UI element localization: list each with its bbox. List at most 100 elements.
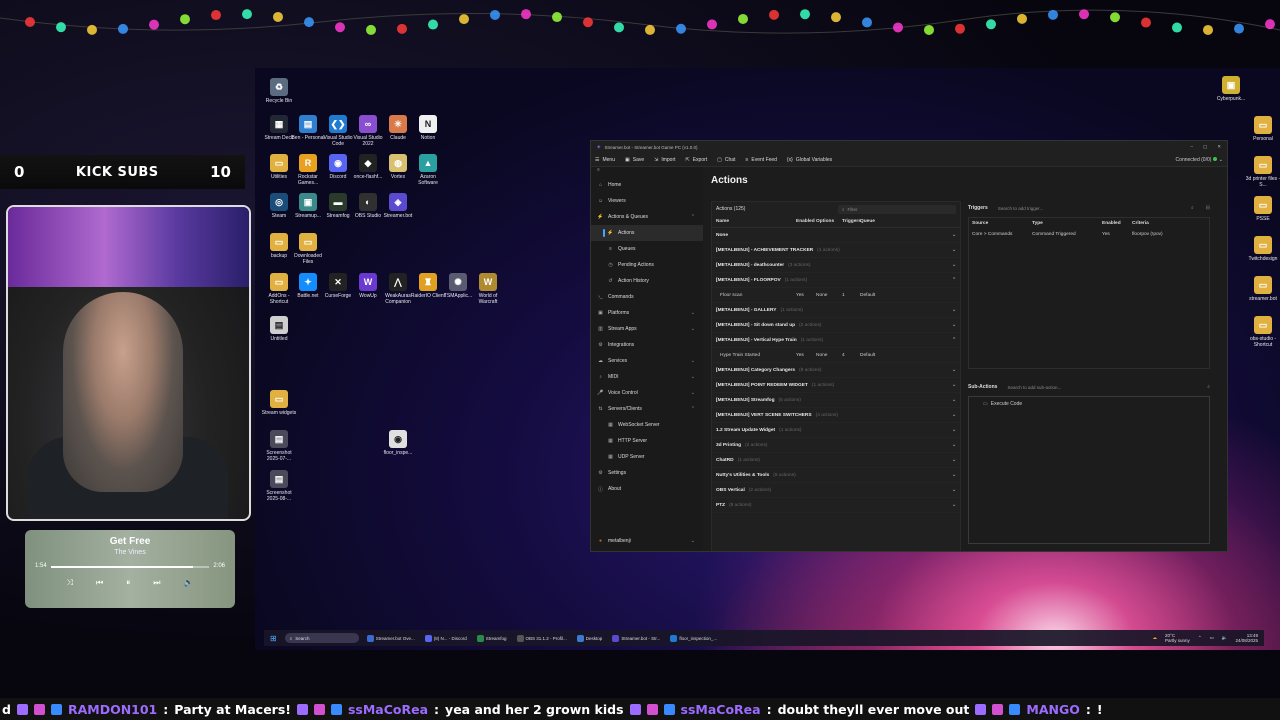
col-triggers[interactable]: Triggers — [842, 219, 861, 224]
desktop-icon-stream-widgets[interactable]: ▭ Stream widgets — [261, 390, 297, 416]
sidebar-item-actions[interactable]: ⚡ Actions — [591, 225, 703, 241]
sidebar-item-stream-apps[interactable]: ▥ Stream Apps ⌄ — [591, 321, 703, 337]
desktop-icon-aseprite[interactable]: ▲ Azaron Software — [410, 154, 446, 186]
taskbar-app-label: floor_inspection_... — [679, 635, 718, 641]
sidebar-item-queues[interactable]: ≡ Queues — [591, 241, 703, 257]
sidebar-toggle-icon[interactable]: ≡ — [591, 167, 703, 177]
col-options[interactable]: Options — [816, 219, 842, 224]
action-row[interactable]: Hype Train Started Yes None 4 Default — [712, 348, 960, 363]
taskbar-app[interactable]: Desktop — [576, 634, 602, 642]
trigger-row[interactable]: Core > Commands Command Triggered Yes fl… — [969, 229, 1209, 240]
action-group-row[interactable]: ChatRD (1 actions) ⌄ — [712, 453, 960, 468]
export-button[interactable]: ⇱ Export — [686, 157, 708, 163]
chat-badge-icon — [313, 703, 325, 715]
desktop-icon-untitled[interactable]: ▤ Untitled — [261, 316, 297, 342]
shuffle-icon: ⤨ — [66, 578, 73, 587]
desktop-icon-cyberpunk[interactable]: ▣ Cyberpunk... — [1213, 76, 1249, 102]
sidebar-item-services[interactable]: ☁ Services ⌄ — [591, 353, 703, 369]
action-group-row[interactable]: PTZ (8 actions) ⌄ — [712, 498, 960, 513]
desktop-icon-recycle-bin[interactable]: ♻ Recycle Bin — [261, 78, 297, 104]
sidebar-item-action-history[interactable]: ↺ Action History — [591, 273, 703, 289]
sidebar-item-websocket-server[interactable]: ▦ WebSocket Server — [591, 417, 703, 433]
event-feed-button[interactable]: ≡ Event Feed — [745, 157, 777, 163]
action-group-row[interactable]: [METALBENJI] - ACHIEVEMENT TRACKER (1 act… — [712, 243, 960, 258]
desktop-icon-world-of-warcraft[interactable]: W World of Warcraft — [470, 273, 506, 305]
group-count: (2 actions) — [748, 487, 772, 493]
filter-input[interactable]: ⌕ Filter — [838, 204, 956, 214]
network-icon[interactable]: ▭ — [1210, 635, 1214, 641]
global-variables-button[interactable]: {x} Global Variables — [787, 157, 832, 163]
sidebar-item-midi[interactable]: ♪ MIDI ⌄ — [591, 369, 703, 385]
sidebar-item-voice-control[interactable]: 🎤 Voice Control ⌄ — [591, 385, 703, 401]
sidebar-item-about[interactable]: ⓘ About — [591, 481, 703, 497]
action-group-row[interactable]: [METALBENJI] - FLOORPOV (1 actions) ⌃ — [712, 273, 960, 288]
action-group-row[interactable]: [METALBENJI] - GALLERY (1 actions) ⌄ — [712, 303, 960, 318]
desktop-icon-screenshot-2[interactable]: ▤ Screenshot 2025-08-... — [261, 470, 297, 502]
action-group-row[interactable]: [METALBENJI] Streamfog (5 actions) ⌄ — [712, 393, 960, 408]
sidebar-item-udp-server[interactable]: ▦ UDP Server — [591, 449, 703, 465]
desktop-icon-3d-printer-files[interactable]: ▭ 3d printer files - S... — [1245, 156, 1280, 188]
sidebar-item-pending-actions[interactable]: ◷ Pending Actions — [591, 257, 703, 273]
taskbar-app[interactable]: Streamer.bot - Str... — [612, 634, 660, 642]
save-button[interactable]: ▣ Save — [625, 157, 644, 163]
desktop-icon-downloaded-files[interactable]: ▭ Downloaded Files — [290, 233, 326, 265]
taskbar-app[interactable]: OBS 31.1.2 - Profil... — [516, 634, 567, 642]
collapse-icon[interactable]: ⊟ — [1206, 205, 1210, 211]
desktop-icon-streamerbot-folder[interactable]: ▭ streamer.bot — [1245, 276, 1280, 302]
close-icon[interactable]: ✕ — [1217, 144, 1221, 150]
rockstar-games-icon: R — [299, 154, 317, 172]
volume-icon[interactable]: 🔈 — [1222, 635, 1228, 641]
col-enabled[interactable]: Enabled — [796, 219, 816, 224]
desktop-icon-notion[interactable]: N Notion — [410, 115, 446, 141]
tray-chevron-icon[interactable]: ⌃ — [1198, 635, 1202, 641]
sidebar-item-integrations[interactable]: ⚙ Integrations — [591, 337, 703, 353]
desktop-icon-streamerbot[interactable]: ◈ Streamer.bot — [380, 193, 416, 219]
action-group-row[interactable]: [METALBENJI] POINT REDEEM WIDGET (1 actio… — [712, 378, 960, 393]
action-group-row[interactable]: [METALBENJI] - deathcounter (3 actions) ⌄ — [712, 258, 960, 273]
sidebar-item-servers-clients[interactable]: ⇅ Servers/Clients ⌃ — [591, 401, 703, 417]
maximize-icon[interactable]: ▢ — [1203, 144, 1207, 150]
action-group-row[interactable]: None ⌄ — [712, 228, 960, 243]
trigger-search-input[interactable]: Search to add trigger... — [992, 204, 1187, 213]
clock-date[interactable]: 24/08/2025 — [1235, 638, 1258, 643]
subaction-search-input[interactable]: Search to add sub-action... — [1001, 383, 1203, 392]
sidebar-item-viewers[interactable]: ☺ Viewers — [591, 193, 703, 209]
taskbar-app[interactable]: Streamfog — [476, 634, 507, 642]
connection-status[interactable]: Connected (0/0) ⌄ — [1176, 156, 1223, 163]
desktop-icon-personal[interactable]: ▭ Personal — [1245, 116, 1280, 142]
desktop-icon-label: 3d printer files - S... — [1245, 176, 1280, 188]
action-group-row[interactable]: Nutty's Utilities & Tools (8 actions) ⌄ — [712, 468, 960, 483]
taskbar-app[interactable]: floor_inspection_... — [670, 634, 718, 642]
action-group-row[interactable]: [METALBENJI] - Vertical Hype Train (1 act… — [712, 333, 960, 348]
taskbar-app[interactable]: (8) N... - Discord — [424, 634, 467, 642]
desktop-icon-obs-studio-shortcut[interactable]: ▭ obs-studio - Shortcut — [1245, 316, 1280, 348]
taskbar-app[interactable]: Streamer.bot Ove... — [366, 634, 415, 642]
start-icon[interactable]: ⊞ — [270, 634, 277, 643]
col-queue[interactable]: Queue — [860, 219, 900, 224]
desktop-icon-floor-image[interactable]: ◉ floor_inspe... — [380, 430, 416, 456]
chat-button[interactable]: ▢ Chat — [717, 157, 735, 163]
action-group-row[interactable]: 3d Printing (2 actions) ⌄ — [712, 438, 960, 453]
sidebar-item-platforms[interactable]: ▣ Platforms ⌄ — [591, 305, 703, 321]
sidebar-item-actions-queues[interactable]: ⚡ Actions & Queues ⌃ — [591, 209, 703, 225]
action-group-row[interactable]: OBS Vertical (2 actions) ⌄ — [712, 483, 960, 498]
user-profile[interactable]: ● metalbenji ⌄ — [591, 533, 703, 549]
action-group-row[interactable]: 1.2 Stream Update Widget (1 actions) ⌄ — [712, 423, 960, 438]
action-row[interactable]: Floor scan Yes None 1 Default — [712, 288, 960, 303]
subaction-item[interactable]: ▭ Execute Code — [983, 401, 1195, 407]
taskbar-search[interactable]: ⌕ Search — [284, 633, 359, 643]
action-group-row[interactable]: [METALBENJI] Category Changers (8 actions… — [712, 363, 960, 378]
sidebar-item-commands[interactable]: ›_ Commands — [591, 289, 703, 305]
import-button[interactable]: ⇲ Import — [654, 157, 675, 163]
action-group-row[interactable]: [METALBENJI] VERT SCENE SWITCHERS (4 acti… — [712, 408, 960, 423]
action-group-row[interactable]: [METALBENJI] - Sit down stand up (2 actio… — [712, 318, 960, 333]
desktop-icon-twitchdesign[interactable]: ▭ Twitchdesign — [1245, 236, 1280, 262]
col-name[interactable]: Name — [716, 219, 796, 224]
sidebar-item-home[interactable]: ⌂ Home — [591, 177, 703, 193]
desktop-icon-psse[interactable]: ▭ PSSE — [1245, 196, 1280, 222]
sidebar-item-settings[interactable]: ⚙ Settings — [591, 465, 703, 481]
desktop-icon-screenshot-1[interactable]: ▤ Screenshot 2025-07-... — [261, 430, 297, 462]
minimize-icon[interactable]: – — [1190, 144, 1193, 150]
sidebar-item-http-server[interactable]: ▦ HTTP Server — [591, 433, 703, 449]
menu-button[interactable]: ☰ Menu — [595, 157, 615, 163]
